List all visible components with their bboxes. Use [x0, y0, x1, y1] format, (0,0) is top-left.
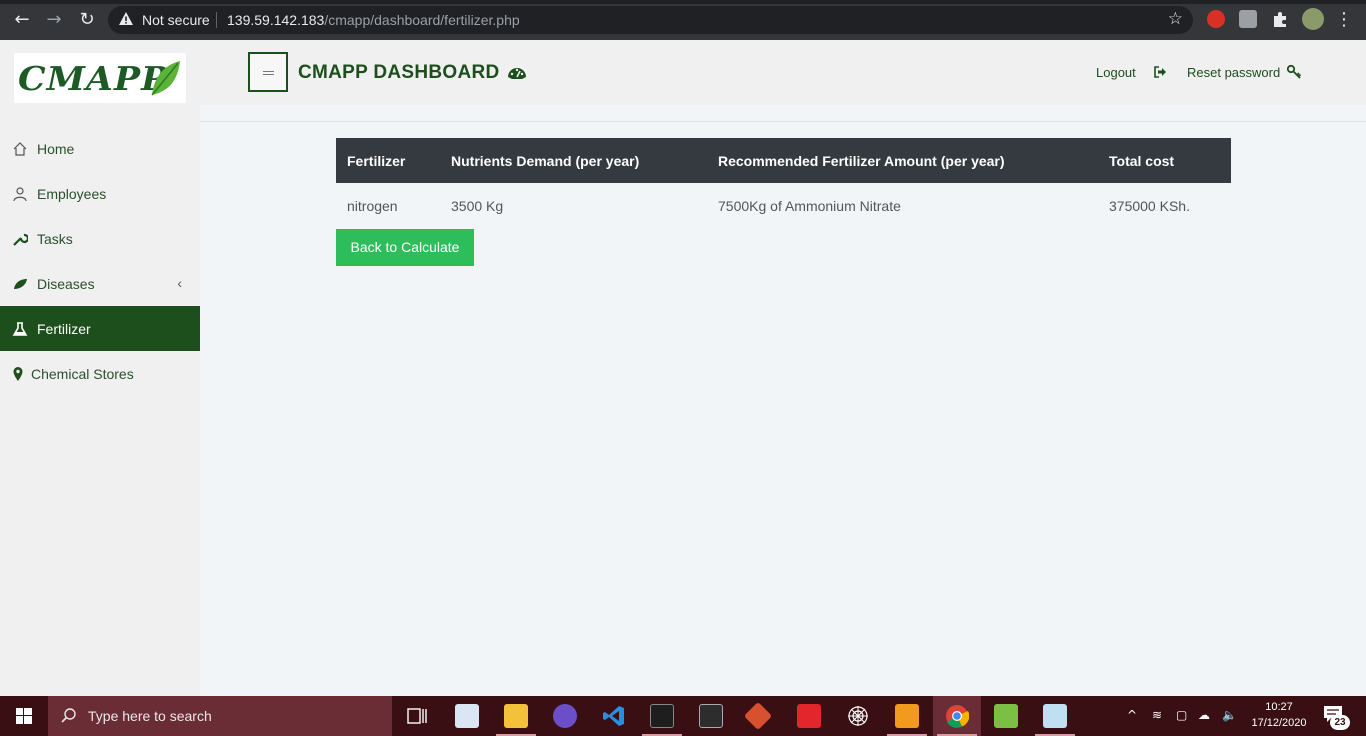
- notification-count-badge: 23: [1330, 715, 1350, 730]
- browser-toolbar: ← → ↻ Not secure 139.59.142.183/cmapp/da…: [0, 0, 1366, 40]
- reset-password-link[interactable]: Reset password: [1187, 65, 1280, 80]
- download-extension-icon[interactable]: [1239, 10, 1257, 28]
- kebab-menu-icon[interactable]: ⋮: [1333, 9, 1355, 31]
- chevron-up-icon[interactable]: ^: [1127, 708, 1137, 722]
- sidebar: CMAPP Home Employees Tasks Diseases ‹ Fe…: [0, 40, 200, 696]
- column-header-recommended-amount: Recommended Fertilizer Amount (per year): [718, 153, 1005, 169]
- sidebar-item-chemical-stores[interactable]: Chemical Stores: [0, 351, 200, 396]
- header-divider: [200, 121, 1366, 122]
- system-clock[interactable]: 10:27 17/12/2020: [1247, 699, 1311, 731]
- security-label: Not secure: [142, 12, 210, 28]
- column-header-nutrients-demand: Nutrients Demand (per year): [451, 153, 640, 169]
- page-title: CMAPP DASHBOARD: [298, 62, 500, 83]
- column-header-fertilizer: Fertilizer: [347, 153, 406, 169]
- warning-icon: [119, 12, 133, 25]
- sublime-text-icon[interactable]: [895, 704, 919, 728]
- column-header-total-cost: Total cost: [1109, 153, 1175, 169]
- adblock-extension-icon[interactable]: [1207, 10, 1225, 28]
- map-marker-icon: [13, 366, 23, 381]
- home-icon: [13, 141, 27, 156]
- notepad-app-icon[interactable]: [1043, 704, 1067, 728]
- chrome-icon[interactable]: [945, 704, 969, 728]
- spider-web-icon[interactable]: [846, 704, 870, 728]
- wrench-icon: [13, 233, 28, 246]
- volume-icon[interactable]: 🔈: [1222, 708, 1237, 722]
- windows-taskbar: Type here to search ^ ≋ ▢ ☁ 🔈 10:27 17/1…: [0, 696, 1366, 736]
- console-window-icon[interactable]: [699, 704, 723, 728]
- clock-date: 17/12/2020: [1251, 717, 1307, 729]
- bookmark-star-icon[interactable]: ☆: [1168, 9, 1183, 29]
- table-cell-total-cost: 375000 KSh.: [1109, 198, 1190, 214]
- extensions-puzzle-icon[interactable]: [1271, 10, 1289, 28]
- meet-now-icon[interactable]: ▢: [1176, 708, 1187, 722]
- vscode-icon[interactable]: [602, 704, 626, 728]
- sidebar-item-label: Tasks: [37, 230, 73, 247]
- table-cell-nutrients-demand: 3500 Kg: [451, 198, 504, 214]
- sidebar-item-label: Employees: [37, 185, 107, 202]
- sidebar-item-employees[interactable]: Employees: [0, 171, 200, 216]
- back-to-calculate-button[interactable]: Back to Calculate: [336, 229, 474, 266]
- sidebar-item-label: Chemical Stores: [31, 365, 134, 382]
- windows-start-icon[interactable]: [0, 696, 48, 736]
- sidebar-menu: Home Employees Tasks Diseases ‹ Fertiliz…: [0, 126, 200, 396]
- fertilizer-table: Fertilizer Nutrients Demand (per year) R…: [336, 138, 1231, 229]
- sidebar-toggle-button[interactable]: [248, 52, 288, 92]
- terminal-icon[interactable]: [650, 704, 674, 728]
- flask-icon: [12, 321, 28, 336]
- onedrive-cloud-icon[interactable]: ☁: [1198, 708, 1210, 722]
- leaf-icon: [14, 278, 27, 289]
- url-host: 139.59.142.183: [227, 12, 325, 28]
- user-icon: [13, 186, 27, 201]
- taskbar-search-box[interactable]: Type here to search: [48, 696, 392, 736]
- url-text: 139.59.142.183/cmapp/dashboard/fertilize…: [227, 12, 520, 28]
- sidebar-item-tasks[interactable]: Tasks: [0, 216, 200, 261]
- address-bar[interactable]: Not secure 139.59.142.183/cmapp/dashboar…: [108, 6, 1193, 34]
- forward-arrow-icon[interactable]: →: [43, 9, 65, 31]
- omnibox-separator: [216, 12, 217, 28]
- git-app-icon[interactable]: [743, 701, 773, 731]
- profile-avatar[interactable]: [1302, 8, 1324, 30]
- search-placeholder: Type here to search: [88, 708, 212, 724]
- sidebar-item-label: Diseases: [37, 275, 95, 292]
- table-cell-fertilizer: nitrogen: [347, 198, 398, 214]
- news-app-icon[interactable]: [455, 704, 479, 728]
- sidebar-item-fertilizer[interactable]: Fertilizer: [0, 306, 200, 351]
- hamburger-line: [263, 74, 274, 75]
- logo-text: CMAPP: [18, 59, 169, 98]
- chevron-left-icon: ‹: [177, 275, 182, 291]
- reload-icon[interactable]: ↻: [76, 9, 98, 31]
- sidebar-item-diseases[interactable]: Diseases ‹: [0, 261, 200, 306]
- sidebar-item-label: Home: [37, 140, 75, 157]
- url-path: /cmapp/dashboard/fertilizer.php: [324, 12, 520, 28]
- sidebar-item-label: Fertilizer: [37, 320, 91, 337]
- wifi-icon[interactable]: ≋: [1152, 708, 1162, 722]
- bluestacks-icon[interactable]: [994, 704, 1018, 728]
- table-row: nitrogen 3500 Kg 7500Kg of Ammonium Nitr…: [336, 183, 1231, 229]
- sidebar-item-home[interactable]: Home: [0, 126, 200, 171]
- sign-out-icon[interactable]: [1153, 65, 1167, 79]
- logo[interactable]: CMAPP: [14, 53, 186, 103]
- tab-strip: [0, 0, 1366, 4]
- logout-link[interactable]: Logout: [1096, 65, 1136, 80]
- search-icon: [61, 708, 76, 723]
- clock-time: 10:27: [1265, 701, 1293, 713]
- dashboard-gauge-icon: [508, 68, 526, 79]
- arduino-app-icon[interactable]: [797, 704, 821, 728]
- back-arrow-icon[interactable]: ←: [11, 9, 33, 31]
- table-header-row: Fertilizer Nutrients Demand (per year) R…: [336, 138, 1231, 183]
- media-app-icon[interactable]: [553, 704, 577, 728]
- top-header: CMAPP DASHBOARD Logout Reset password: [200, 40, 1366, 105]
- file-explorer-icon[interactable]: [504, 704, 528, 728]
- hamburger-line: [263, 71, 274, 72]
- leaf-logo-icon: [151, 61, 180, 96]
- table-cell-recommended-amount: 7500Kg of Ammonium Nitrate: [718, 198, 901, 214]
- task-view-icon[interactable]: [405, 704, 429, 728]
- key-icon[interactable]: [1286, 64, 1302, 80]
